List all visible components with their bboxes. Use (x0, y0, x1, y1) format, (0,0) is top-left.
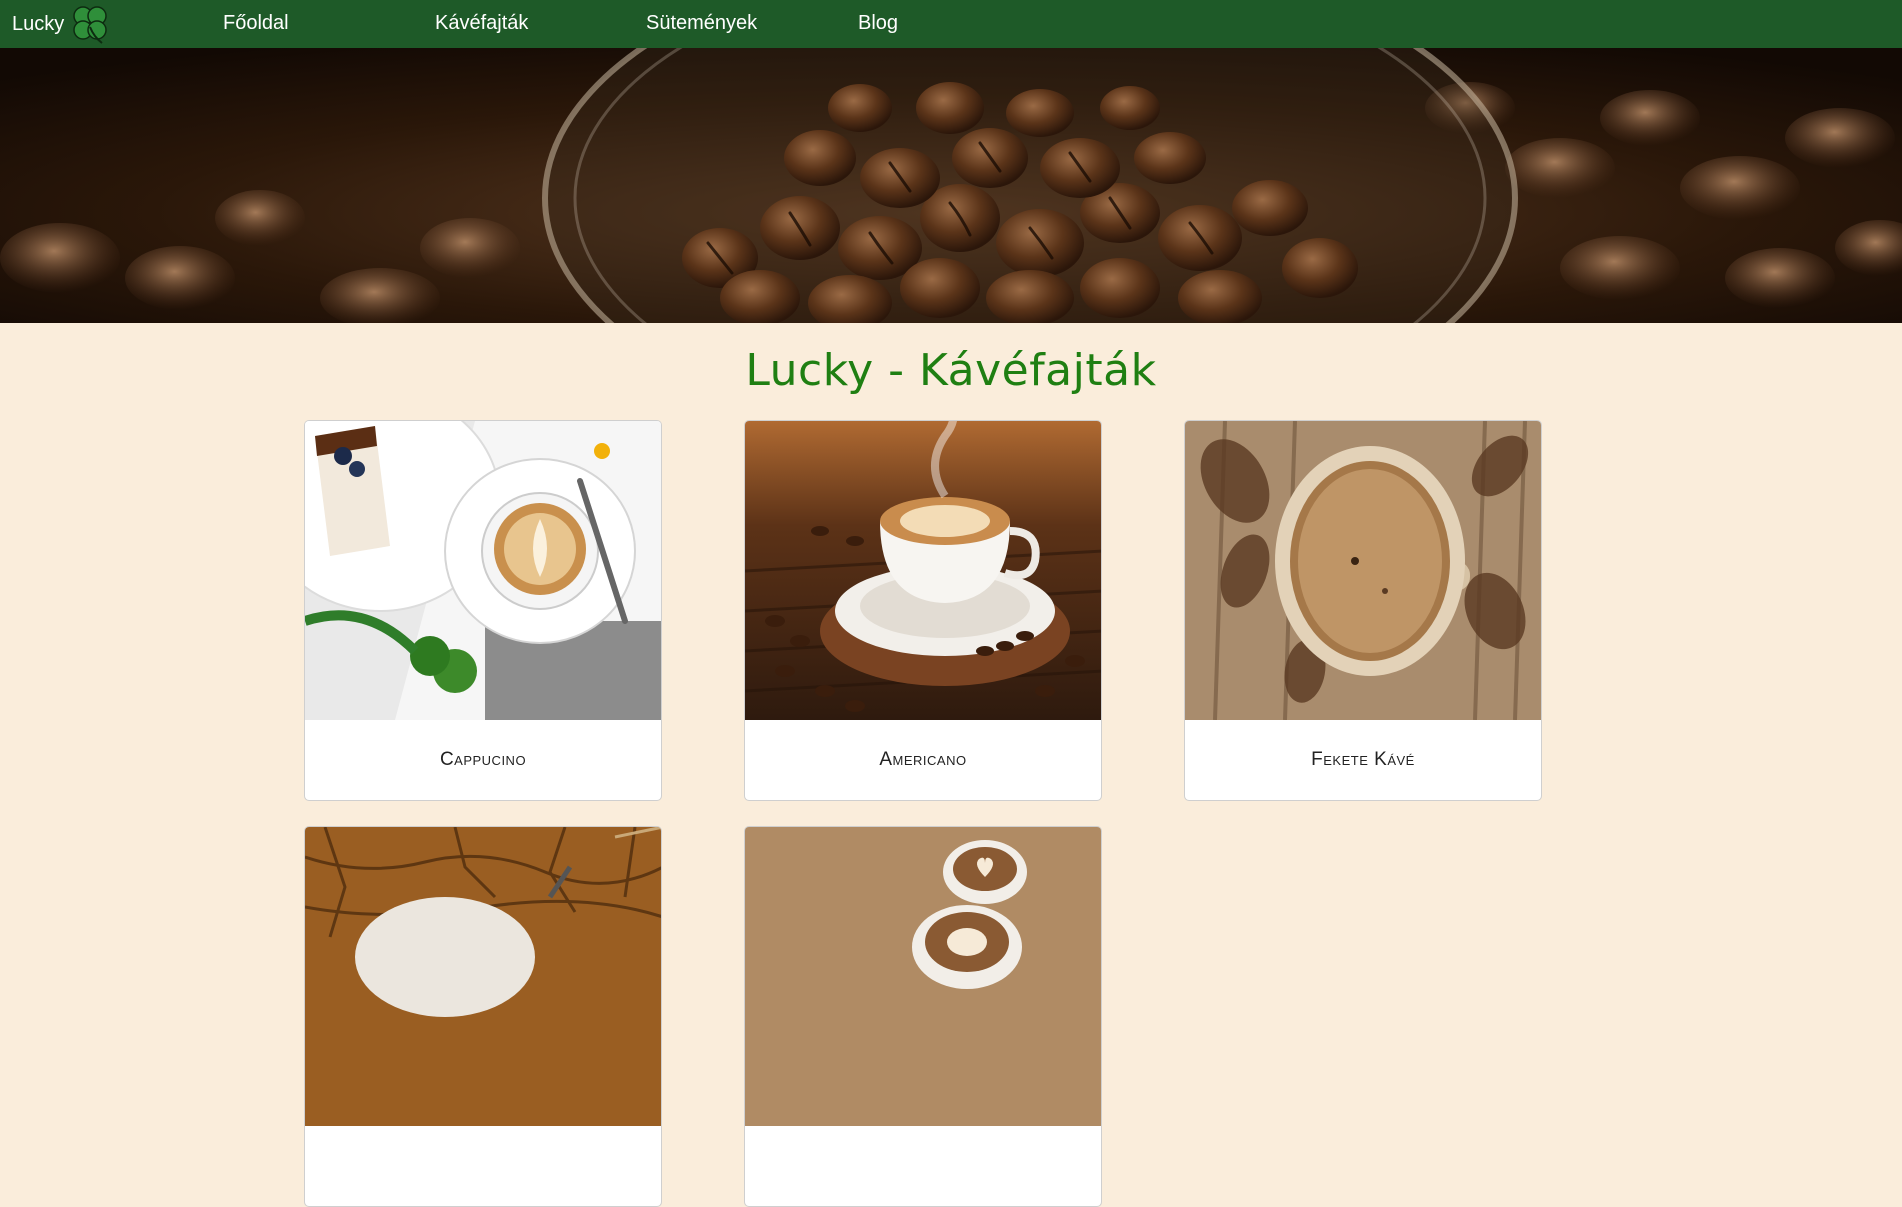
coffee-card-fekete-kave[interactable]: Fekete Kávé (1184, 420, 1542, 801)
coffee-card-title: Cappucino (439, 748, 527, 770)
black-coffee-photo (1185, 421, 1541, 720)
coffee-card[interactable] (744, 826, 1102, 1207)
coffee-card-title (745, 1126, 1101, 1205)
coffee-card-cappucino[interactable]: Cappucino (304, 420, 662, 801)
coffee-card-title (305, 1126, 661, 1205)
brand-link[interactable]: Lucky (12, 6, 112, 44)
coffee-card[interactable] (304, 826, 662, 1207)
coffee-card-americano[interactable]: Americano (744, 420, 1102, 801)
nav-link-coffee-types[interactable]: Kávéfajták (435, 12, 528, 35)
coffee-card-title: Americano (879, 748, 967, 770)
nav-link-pastries[interactable]: Sütemények (646, 12, 757, 35)
coffee-beans-image (0, 48, 1902, 323)
nav-link-home[interactable]: Főoldal (223, 12, 289, 35)
brand-name: Lucky (12, 12, 65, 35)
latte-art-photo (745, 827, 1101, 1126)
page-title: Lucky - Kávéfajták (745, 345, 1157, 396)
americano-photo (745, 421, 1101, 720)
coffee-card-title: Fekete Kávé (1311, 748, 1415, 770)
coffee-on-wood-photo (305, 827, 661, 1126)
nav-link-blog[interactable]: Blog (858, 12, 898, 35)
navbar: Lucky Főoldal Kávéfajták Sütemények Blog (0, 0, 1902, 48)
clover-icon (73, 6, 107, 44)
hero-banner (0, 48, 1902, 323)
cappuccino-photo (305, 421, 661, 720)
